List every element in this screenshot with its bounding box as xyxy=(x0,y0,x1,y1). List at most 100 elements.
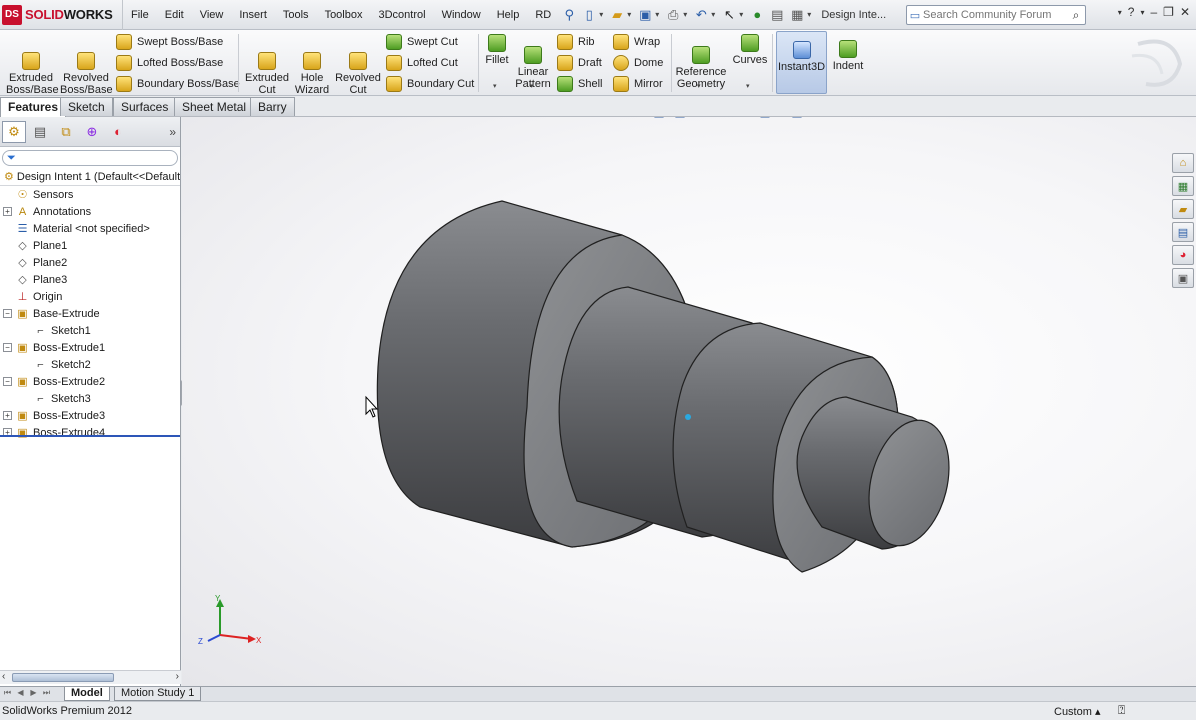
swept-boss-button[interactable]: Swept Boss/Base xyxy=(116,33,223,51)
scroll-right-icon[interactable]: › xyxy=(176,671,179,682)
view-settings-icon[interactable]: ▤ xyxy=(788,117,806,119)
swept-cut-button[interactable]: Swept Cut xyxy=(386,33,458,51)
tab-sheet-metal[interactable]: Sheet Metal xyxy=(174,97,255,116)
tree-item-plane2[interactable]: ◇ Plane2 xyxy=(0,254,180,271)
rebuild-icon[interactable]: ● xyxy=(748,6,766,24)
search-community-forum[interactable]: ▭ ⌕ xyxy=(906,5,1086,25)
horizontal-scrollbar[interactable]: ‹ › xyxy=(0,670,181,684)
close-icon[interactable]: ✕ xyxy=(1180,5,1190,19)
chevron-down-icon[interactable]: ▾ xyxy=(746,82,750,90)
view-palette-icon[interactable]: ▤ xyxy=(1172,222,1194,242)
save-icon[interactable]: ▣ xyxy=(636,6,654,24)
section-view-icon[interactable]: ▥ xyxy=(650,117,668,119)
chevron-down-icon[interactable]: ▾ xyxy=(711,10,715,19)
draft-button[interactable]: Draft xyxy=(557,54,602,72)
extruded-boss-button[interactable]: Extruded Boss/Base xyxy=(6,40,59,96)
dome-button[interactable]: Dome xyxy=(613,54,663,72)
expand-toggle-icon[interactable]: − xyxy=(3,309,12,318)
chevron-down-icon[interactable]: ▾ xyxy=(655,10,659,19)
expand-toggle-icon[interactable]: − xyxy=(3,377,12,386)
home-icon[interactable]: ⌂ xyxy=(1172,153,1194,173)
scene-icon[interactable]: ◭ xyxy=(756,117,774,119)
tree-item-plane3[interactable]: ◇ Plane3 xyxy=(0,271,180,288)
tree-item-origin[interactable]: ⊥ Origin xyxy=(0,288,180,305)
menu-edit[interactable]: Edit xyxy=(157,9,192,21)
menu-rd[interactable]: RD xyxy=(527,9,559,21)
undo-icon[interactable]: ↶ xyxy=(692,6,710,24)
menu-file[interactable]: File xyxy=(123,9,157,21)
tab-surfaces[interactable]: Surfaces xyxy=(113,97,177,116)
search-input[interactable] xyxy=(923,9,1067,21)
rib-button[interactable]: Rib xyxy=(557,33,595,51)
configuration-manager-tab-icon[interactable]: ⧉ xyxy=(54,121,78,143)
hole-wizard-button[interactable]: Hole Wizard xyxy=(292,40,332,96)
chevron-right-icon[interactable]: » xyxy=(169,125,176,139)
menu-tools[interactable]: Tools xyxy=(275,9,317,21)
previous-tab-icon[interactable]: ◀ xyxy=(15,688,26,699)
status-help-icon[interactable]: ⍰ xyxy=(1118,703,1125,718)
revolved-boss-button[interactable]: Revolved Boss/Base xyxy=(60,40,113,96)
tree-item-plane1[interactable]: ◇ Plane1 xyxy=(0,237,180,254)
display-style-icon[interactable]: ◐ xyxy=(703,117,721,119)
menu-insert[interactable]: Insert xyxy=(231,9,275,21)
chevron-down-icon[interactable]: ▾ xyxy=(530,82,534,90)
dimxpert-manager-tab-icon[interactable]: ⊕ xyxy=(80,121,104,143)
minimize-icon[interactable]: – xyxy=(1150,5,1157,19)
expand-toggle-icon[interactable]: + xyxy=(3,411,12,420)
chevron-down-icon[interactable]: ▾ xyxy=(493,82,497,90)
menu-toolbox[interactable]: Toolbox xyxy=(317,9,371,21)
open-folder-icon[interactable]: ▰ xyxy=(608,6,626,24)
design-library-icon[interactable]: ▦ xyxy=(1172,176,1194,196)
feature-manager-tab-icon[interactable]: ⚙ xyxy=(2,120,26,143)
menu-view[interactable]: View xyxy=(192,9,232,21)
revolved-cut-button[interactable]: Revolved Cut xyxy=(334,40,382,96)
search-icon[interactable]: ⌕ xyxy=(1067,8,1085,23)
menu-help[interactable]: Help xyxy=(489,9,528,21)
appearances-icon[interactable]: ◕ xyxy=(1172,245,1194,265)
pin-icon[interactable]: ⚲ xyxy=(560,6,578,24)
chevron-down-icon[interactable]: ▾ xyxy=(697,82,701,90)
file-explorer-icon[interactable]: ▰ xyxy=(1172,199,1194,219)
tree-item-sketch1[interactable]: ⌐ Sketch1 xyxy=(0,322,180,339)
chevron-down-icon[interactable]: ▾ xyxy=(683,10,687,19)
zoom-to-area-icon[interactable]: ⊞ xyxy=(608,117,626,119)
tree-item-base-extrude[interactable]: − ▣ Base-Extrude xyxy=(0,305,180,322)
tab-features[interactable]: Features xyxy=(0,97,67,117)
tab-model[interactable]: Model xyxy=(64,687,110,701)
chevron-down-icon[interactable]: ▾ xyxy=(627,10,631,19)
tree-item-boss-extrude1[interactable]: − ▣ Boss-Extrude1 xyxy=(0,339,180,356)
property-manager-tab-icon[interactable]: ▤ xyxy=(28,121,52,143)
tree-item-sensors[interactable]: ☉ Sensors xyxy=(0,186,180,203)
instant3d-button[interactable]: Instant3D xyxy=(776,31,827,94)
tree-item-material-not-specified[interactable]: ☰ Material <not specified> xyxy=(0,220,180,237)
tree-item-boss-extrude3[interactable]: + ▣ Boss-Extrude3 xyxy=(0,407,180,424)
view-orientation-icon[interactable]: ▣ xyxy=(671,117,689,119)
boundary-boss-button[interactable]: Boundary Boss/Base xyxy=(116,75,240,93)
feature-tree-filter[interactable]: ⏷ xyxy=(2,150,178,166)
expand-toggle-icon[interactable]: − xyxy=(3,343,12,352)
fillet-button[interactable]: Fillet xyxy=(483,34,511,66)
tab-sketch[interactable]: Sketch xyxy=(60,97,113,116)
wrap-button[interactable]: Wrap xyxy=(613,33,660,51)
appearance-icon[interactable]: ● xyxy=(735,117,753,119)
restore-icon[interactable]: ❐ xyxy=(1163,5,1174,19)
zoom-to-fit-icon[interactable]: ⊕ xyxy=(587,117,605,119)
chevron-down-icon[interactable]: ▾ xyxy=(1140,8,1144,17)
graphics-area[interactable]: ⊥ ⊕ ⊞ ↺ ▥ ▣▾ ◐▾ ● ◭▾ ▤▾ ▭ ▯ – ❐ ✕ ⌂ ▦ ▰ … xyxy=(182,117,1196,686)
mirror-button[interactable]: Mirror xyxy=(613,75,663,93)
solidworks-logo[interactable]: DS SOLIDWORKS xyxy=(0,0,123,30)
tab-motion-study-1[interactable]: Motion Study 1 xyxy=(114,687,202,701)
help-icon[interactable]: ? xyxy=(1128,5,1135,19)
curves-button[interactable]: Curves xyxy=(732,34,768,66)
print-icon[interactable]: ⎙ xyxy=(664,6,682,24)
display-manager-tab-icon[interactable]: ◐ xyxy=(106,121,130,143)
lofted-boss-button[interactable]: Lofted Boss/Base xyxy=(116,54,223,72)
next-tab-icon[interactable]: ▶ xyxy=(28,688,39,699)
last-tab-icon[interactable]: ⏭ xyxy=(41,688,52,699)
tree-root-part[interactable]: ⚙ Design Intent 1 (Default<<Default xyxy=(0,168,180,186)
chevron-down-icon[interactable]: ▾ xyxy=(807,10,811,19)
tree-item-sketch3[interactable]: ⌐ Sketch3 xyxy=(0,390,180,407)
boundary-cut-button[interactable]: Boundary Cut xyxy=(386,75,474,93)
tree-item-boss-extrude2[interactable]: − ▣ Boss-Extrude2 xyxy=(0,373,180,390)
shell-button[interactable]: Shell xyxy=(557,75,602,93)
